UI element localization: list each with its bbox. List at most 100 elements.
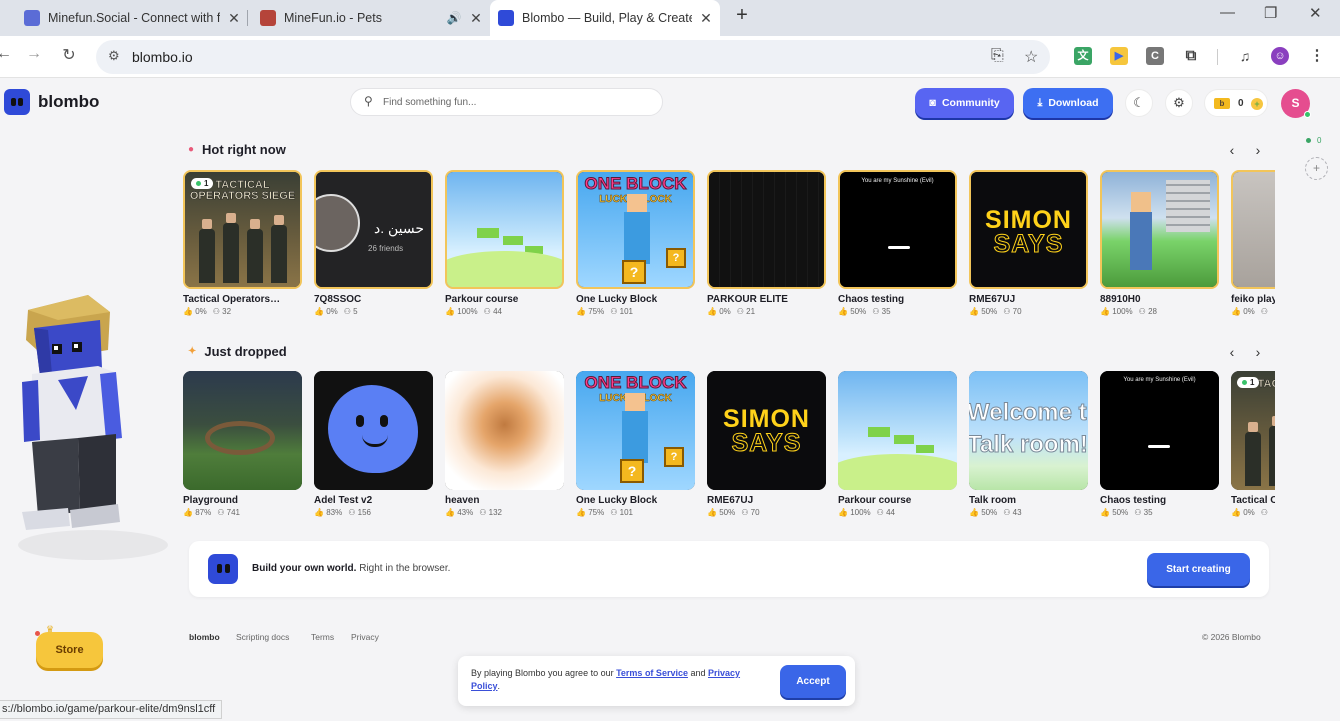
tab-minefun-pets[interactable]: MineFun.io - Pets 🔊 ✕ xyxy=(252,0,484,36)
blombo-logo-icon[interactable] xyxy=(4,89,30,115)
add-coins-icon[interactable]: + xyxy=(1251,98,1263,110)
game-card[interactable]: ONE BLOCK LUCKY BLOCK ? ? One Lucky Bloc… xyxy=(576,371,695,517)
game-thumbnail[interactable]: TACTI OPER 1 xyxy=(1231,371,1275,490)
settings-gear-icon[interactable]: ⚙ xyxy=(1165,89,1193,117)
terms-of-service-link[interactable]: Terms of Service xyxy=(616,668,688,678)
user-avatar[interactable]: S xyxy=(1281,89,1311,118)
extensions-puzzle-icon[interactable]: ⧉ xyxy=(1182,47,1200,65)
game-thumbnail[interactable]: TACTICAL OPERATORS SIEGE 1 xyxy=(183,170,302,289)
footer-link-terms[interactable]: Terms xyxy=(311,632,334,642)
forward-icon[interactable]: → xyxy=(24,45,44,63)
game-card[interactable]: ONE BLOCK LUCKY BLOCK ? ? One Lucky Bloc… xyxy=(576,170,695,316)
play-extension-icon[interactable]: ▶ xyxy=(1110,47,1128,65)
site-info-icon[interactable]: ⚙ xyxy=(108,48,120,64)
tab-blombo[interactable]: Blombo — Build, Play & Create ✕ xyxy=(490,0,720,36)
address-bar[interactable]: ⚙ blombo.io ⎘ ☆ xyxy=(96,40,1050,74)
reload-icon[interactable]: ↻ xyxy=(59,45,79,65)
game-card[interactable]: Parkour course 👍 100% ⚇ 44 xyxy=(838,371,957,517)
game-thumbnail[interactable]: Welcome t Talk room! xyxy=(969,371,1088,490)
close-window-icon[interactable]: ✕ xyxy=(1309,4,1322,22)
dropped-next-arrow-icon[interactable]: › xyxy=(1252,344,1264,360)
tactical-thumbnail: TACTI OPER xyxy=(1231,371,1275,490)
game-card[interactable]: حسين .د 26 friends 7Q8SSOC 👍 0% ⚇ 5 xyxy=(314,170,433,316)
players-stat: ⚇ 70 xyxy=(741,508,760,517)
game-thumbnail[interactable] xyxy=(1100,170,1219,289)
game-card[interactable]: SIMON SAYS RME67UJ 👍 50% ⚇ 70 xyxy=(707,371,826,517)
thumbs-up-icon: 👍 xyxy=(183,508,193,517)
game-thumbnail[interactable]: You are my Sunshine (Evil) xyxy=(1100,371,1219,490)
game-card[interactable]: Parkour course 👍 100% ⚇ 44 xyxy=(445,170,564,316)
restore-icon[interactable]: ❐ xyxy=(1264,4,1277,22)
game-stats: 👍 100% ⚇ 44 xyxy=(445,307,564,316)
game-card[interactable]: feiko play 👍 0% ⚇ xyxy=(1231,170,1275,316)
game-thumbnail[interactable]: SIMON SAYS xyxy=(969,170,1088,289)
c-extension-icon[interactable]: C xyxy=(1146,47,1164,65)
minimize-icon[interactable]: — xyxy=(1220,4,1235,21)
translate-extension-icon[interactable]: 文 xyxy=(1074,47,1092,65)
start-creating-button[interactable]: Start creating xyxy=(1147,553,1250,586)
search-input[interactable] xyxy=(383,93,653,111)
footer-brand[interactable]: blombo xyxy=(189,632,220,642)
game-thumbnail[interactable] xyxy=(838,371,957,490)
game-card[interactable]: You are my Sunshine (Evil) Chaos testing… xyxy=(838,170,957,316)
coin-balance[interactable]: b 0 + xyxy=(1204,89,1268,117)
game-thumbnail[interactable]: ONE BLOCK LUCKY BLOCK ? ? xyxy=(576,170,695,289)
browser-menu-icon[interactable]: ⋮ xyxy=(1308,47,1326,65)
blocky-character-icon xyxy=(22,295,122,530)
community-button[interactable]: ◙ Community xyxy=(915,88,1014,118)
game-thumbnail[interactable] xyxy=(707,170,826,289)
rating-value: 43% xyxy=(457,508,474,517)
dark-mode-moon-icon[interactable]: ☾ xyxy=(1125,89,1153,117)
accept-button[interactable]: Accept xyxy=(780,665,846,698)
game-thumbnail[interactable]: You are my Sunshine (Evil) xyxy=(838,170,957,289)
lucky-block-thumbnail: ONE BLOCK LUCKY BLOCK ? ? xyxy=(576,371,695,490)
simon-says-thumbnail: SIMON SAYS xyxy=(707,371,826,490)
thumbs-up-icon: 👍 xyxy=(969,508,979,517)
media-control-icon[interactable]: ♫ xyxy=(1236,47,1254,65)
tab-title: Minefun.Social - Connect with f xyxy=(48,11,220,25)
profile-icon[interactable]: ☺ xyxy=(1271,47,1289,65)
game-card[interactable]: TACTI OPER 1 Tactical O 👍 0% ⚇ xyxy=(1231,371,1275,517)
back-icon[interactable]: ← xyxy=(0,45,14,63)
footer-copyright: © 2026 Blombo xyxy=(1202,632,1261,642)
close-tab-icon[interactable]: ✕ xyxy=(226,10,242,27)
search-box[interactable]: ⚲ xyxy=(350,88,663,116)
game-thumbnail[interactable] xyxy=(183,371,302,490)
game-thumbnail[interactable] xyxy=(1231,170,1275,289)
game-card[interactable]: You are my Sunshine (Evil) Chaos testing… xyxy=(1100,371,1219,517)
speaker-icon[interactable]: 🔊 xyxy=(446,11,462,25)
game-card[interactable]: Adel Test v2 👍 83% ⚇ 156 xyxy=(314,371,433,517)
close-tab-icon[interactable]: ✕ xyxy=(698,10,714,27)
tab-minefun-social[interactable]: Minefun.Social - Connect with f ✕ xyxy=(14,0,242,36)
game-thumbnail[interactable]: ONE BLOCK LUCKY BLOCK ? ? xyxy=(576,371,695,490)
new-tab-icon[interactable]: + xyxy=(733,4,751,27)
game-thumbnail[interactable]: SIMON SAYS xyxy=(707,371,826,490)
bookmark-star-icon[interactable]: ☆ xyxy=(1024,47,1038,67)
logo-text[interactable]: blombo xyxy=(38,92,99,112)
hot-next-arrow-icon[interactable]: › xyxy=(1252,142,1264,158)
game-card[interactable]: TACTICAL OPERATORS SIEGE 1 Tactical Oper… xyxy=(183,170,302,316)
store-button[interactable]: Store xyxy=(36,632,103,668)
game-thumbnail[interactable] xyxy=(314,371,433,490)
thumbs-up-icon: 👍 xyxy=(838,508,848,517)
dropped-prev-arrow-icon[interactable]: ‹ xyxy=(1226,344,1238,360)
game-card[interactable]: heaven 👍 43% ⚇ 132 xyxy=(445,371,564,517)
game-card[interactable]: Welcome t Talk room! Talk room 👍 50% ⚇ 4… xyxy=(969,371,1088,517)
add-friend-icon[interactable]: + xyxy=(1305,157,1328,180)
game-stats: 👍 0% ⚇ 5 xyxy=(314,307,433,316)
game-card[interactable]: 88910H0 👍 100% ⚇ 28 xyxy=(1100,170,1219,316)
player-avatar-figure[interactable] xyxy=(18,290,168,560)
hot-prev-arrow-icon[interactable]: ‹ xyxy=(1226,142,1238,158)
footer-link-scripting-docs[interactable]: Scripting docs xyxy=(236,632,289,642)
close-tab-icon[interactable]: ✕ xyxy=(468,10,484,27)
download-button[interactable]: ⤓ Download xyxy=(1023,88,1113,118)
rating-stat: 👍 100% xyxy=(1100,307,1133,316)
game-thumbnail[interactable] xyxy=(445,371,564,490)
game-card[interactable]: SIMON SAYS RME67UJ 👍 50% ⚇ 70 xyxy=(969,170,1088,316)
game-thumbnail[interactable] xyxy=(445,170,564,289)
game-card[interactable]: PARKOUR ELITE 👍 0% ⚇ 21 xyxy=(707,170,826,316)
install-app-icon[interactable]: ⎘ xyxy=(991,47,1004,65)
game-card[interactable]: Playground 👍 87% ⚇ 741 xyxy=(183,371,302,517)
game-thumbnail[interactable]: حسين .د 26 friends xyxy=(314,170,433,289)
footer-link-privacy[interactable]: Privacy xyxy=(351,632,379,642)
